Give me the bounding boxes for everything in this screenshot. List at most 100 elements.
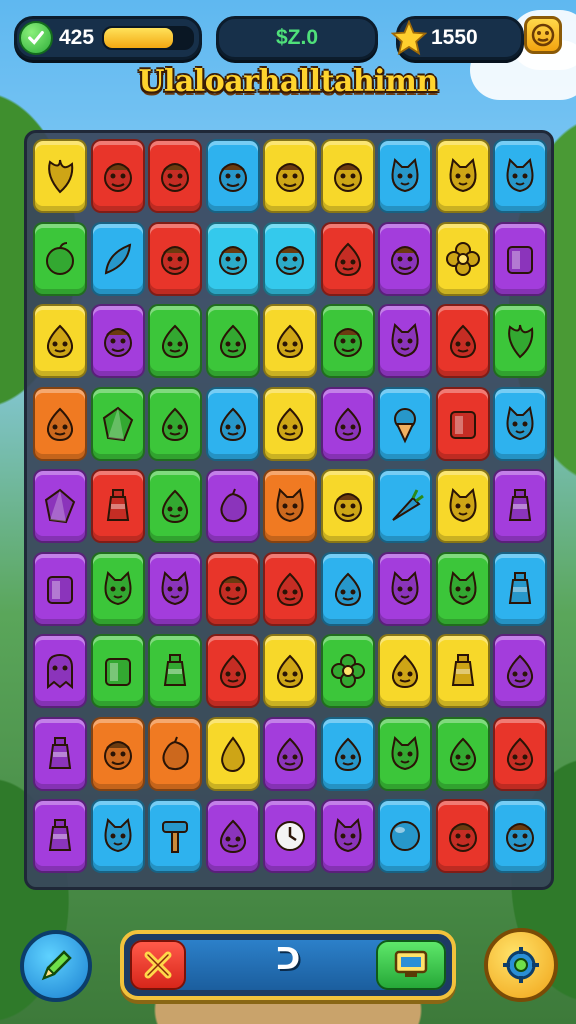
board-tile[interactable] [435, 799, 490, 873]
board-tile[interactable] [493, 799, 547, 873]
board-tile[interactable] [320, 634, 375, 708]
board-tile[interactable] [205, 634, 260, 708]
board-tile[interactable] [378, 386, 432, 461]
cat-icon [391, 570, 419, 605]
board-tile[interactable] [148, 469, 202, 543]
board-tile[interactable] [148, 386, 202, 461]
board-tile[interactable] [435, 221, 490, 296]
board-tile[interactable] [378, 799, 432, 873]
creature-icon [334, 242, 361, 276]
board-tile[interactable] [148, 304, 202, 378]
board-tile[interactable] [320, 304, 375, 378]
board-tile[interactable] [33, 799, 87, 873]
board-tile[interactable] [148, 799, 202, 873]
board-tile[interactable] [148, 716, 202, 791]
board-tile[interactable] [33, 716, 87, 791]
creature-icon [276, 654, 304, 689]
board-tile[interactable] [148, 551, 202, 626]
board-tile[interactable] [205, 304, 260, 378]
board-tile[interactable] [378, 469, 432, 543]
board-tile[interactable] [148, 139, 202, 213]
board-tile[interactable] [263, 304, 317, 378]
board-tile[interactable] [205, 469, 260, 543]
confirm-button[interactable] [376, 940, 446, 990]
creature-icon [161, 489, 189, 524]
board-tile[interactable] [90, 139, 145, 213]
board-tile[interactable] [378, 139, 432, 213]
board-tile[interactable] [205, 139, 260, 213]
board-tile[interactable] [435, 634, 490, 708]
board-tile[interactable] [90, 386, 145, 461]
board-tile[interactable] [435, 139, 490, 213]
board-tile[interactable] [205, 716, 260, 791]
board-tile[interactable] [320, 221, 375, 296]
cat-icon [449, 157, 476, 193]
monster-icon [103, 328, 132, 357]
board-tile[interactable] [493, 469, 547, 543]
board-tile[interactable] [205, 799, 260, 873]
board-tile[interactable] [493, 551, 547, 626]
board-tile[interactable] [33, 221, 87, 296]
board-tile[interactable] [263, 386, 317, 461]
board-tile[interactable] [33, 551, 87, 626]
board-tile[interactable] [378, 551, 432, 626]
board-tile[interactable] [320, 799, 375, 873]
board-tile[interactable] [435, 551, 490, 626]
board-tile[interactable] [320, 716, 375, 791]
board-tile[interactable] [493, 139, 547, 213]
board-tile[interactable] [33, 304, 87, 378]
board-tile[interactable] [148, 634, 202, 708]
board-tile[interactable] [493, 221, 547, 296]
board-tile[interactable] [263, 716, 317, 791]
board-tile[interactable] [493, 634, 547, 708]
board-tile[interactable] [378, 304, 432, 378]
board-tile[interactable] [493, 304, 547, 378]
pencil-button[interactable] [20, 930, 92, 1002]
potion-icon [106, 489, 129, 521]
board-tile[interactable] [263, 634, 317, 708]
board-tile[interactable] [263, 551, 317, 626]
board-tile[interactable] [33, 469, 87, 543]
board-tile[interactable] [90, 634, 145, 708]
board-tile[interactable] [148, 221, 202, 296]
board-tile[interactable] [33, 634, 87, 708]
board-tile[interactable] [493, 716, 547, 791]
board-tile[interactable] [378, 221, 432, 296]
fruit-icon [162, 736, 189, 770]
board-tile[interactable] [33, 386, 87, 461]
board-tile[interactable] [435, 716, 490, 791]
board-tile[interactable] [205, 386, 260, 461]
board-tile[interactable] [263, 221, 317, 296]
board-tile[interactable] [205, 551, 260, 626]
board-tile[interactable] [435, 469, 490, 543]
board-tile[interactable] [205, 221, 260, 296]
board-tile[interactable] [320, 139, 375, 213]
monster-icon [218, 163, 247, 192]
creature-icon [46, 407, 74, 441]
board-tile[interactable] [90, 716, 145, 791]
board-tile[interactable] [90, 551, 145, 626]
pencil-icon [41, 950, 72, 981]
clock-icon [275, 821, 305, 851]
board-tile[interactable] [90, 304, 145, 378]
board-tile[interactable] [320, 469, 375, 543]
board-tile[interactable] [90, 221, 145, 296]
board-tile[interactable] [90, 469, 145, 543]
settings-button[interactable] [484, 928, 558, 1002]
creature-icon [219, 654, 246, 689]
menu-button[interactable] [524, 16, 562, 54]
board-tile[interactable] [378, 716, 432, 791]
board-tile[interactable] [263, 799, 317, 873]
board-tile[interactable] [320, 386, 375, 461]
board-tile[interactable] [320, 551, 375, 626]
board-tile[interactable] [378, 634, 432, 708]
board-tile[interactable] [435, 386, 490, 461]
board-tile[interactable] [435, 304, 490, 378]
creature-icon [391, 654, 419, 689]
orb-icon [390, 821, 420, 851]
board-tile[interactable] [90, 799, 145, 873]
board-tile[interactable] [263, 469, 317, 543]
board-tile[interactable] [33, 139, 87, 213]
board-tile[interactable] [263, 139, 317, 213]
board-tile[interactable] [493, 386, 547, 461]
